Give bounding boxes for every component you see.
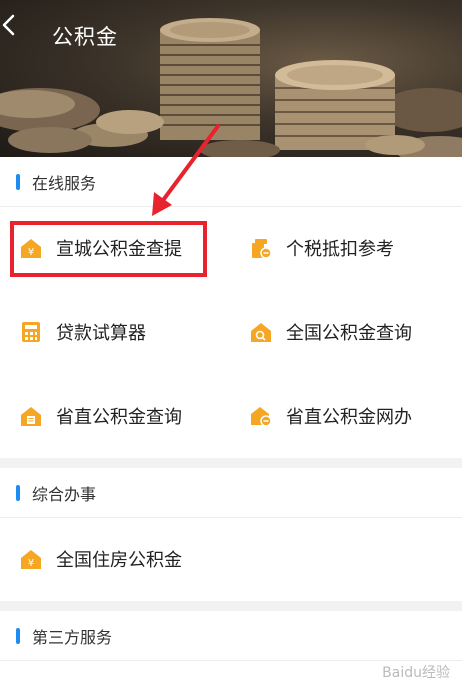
section-title: 综合办事 bbox=[32, 484, 97, 504]
service-label: 省直公积金网办 bbox=[286, 407, 412, 428]
service-provincial-fund-query[interactable]: 省直公积金查询 bbox=[20, 388, 182, 444]
section-accent-bar bbox=[16, 484, 20, 501]
highlight-box bbox=[10, 221, 207, 277]
service-national-fund-query[interactable]: 全国公积金查询 bbox=[250, 304, 412, 360]
service-provincial-fund-online[interactable]: 省直公积金网办 bbox=[250, 388, 412, 444]
section-header: 综合办事 bbox=[0, 468, 462, 518]
svg-text:¥: ¥ bbox=[28, 558, 34, 569]
calculator-icon bbox=[20, 321, 42, 343]
service-label: 全国住房公积金 bbox=[56, 550, 182, 571]
page-title: 公积金 bbox=[52, 25, 118, 49]
section-header: 第三方服务 bbox=[0, 611, 462, 661]
yuan-house-icon: ¥ bbox=[20, 548, 42, 570]
section-header: 在线服务 bbox=[0, 157, 462, 207]
service-label: 个税抵扣参考 bbox=[286, 239, 394, 260]
chevron-left-icon bbox=[2, 14, 15, 36]
tax-stack-icon bbox=[250, 237, 272, 259]
service-label: 贷款试算器 bbox=[56, 323, 146, 344]
service-tax-deduction[interactable]: 个税抵扣参考 bbox=[250, 220, 394, 276]
section-general-affairs: 综合办事 ¥ 全国住房公积金 bbox=[0, 468, 462, 601]
section-title: 在线服务 bbox=[32, 173, 97, 193]
house-document-icon bbox=[20, 405, 42, 427]
service-label: 省直公积金查询 bbox=[56, 407, 182, 428]
service-label: 全国公积金查询 bbox=[286, 323, 412, 344]
house-search-icon bbox=[250, 321, 272, 343]
header-banner: 公积金 bbox=[0, 0, 462, 157]
section-accent-bar bbox=[16, 173, 20, 190]
service-national-housing-fund[interactable]: ¥ 全国住房公积金 bbox=[20, 531, 182, 587]
service-loan-calculator[interactable]: 贷款试算器 bbox=[20, 304, 146, 360]
section-title: 第三方服务 bbox=[32, 627, 113, 647]
house-minus-icon bbox=[250, 405, 272, 427]
section-accent-bar bbox=[16, 627, 20, 644]
section-online-services: 在线服务 ¥ 宣城公积金查提 个税抵扣参考 贷款试算器 全国公积金查询 省直公积… bbox=[0, 157, 462, 458]
watermark: Baidu经验 bbox=[382, 665, 450, 681]
back-button[interactable] bbox=[2, 14, 38, 48]
